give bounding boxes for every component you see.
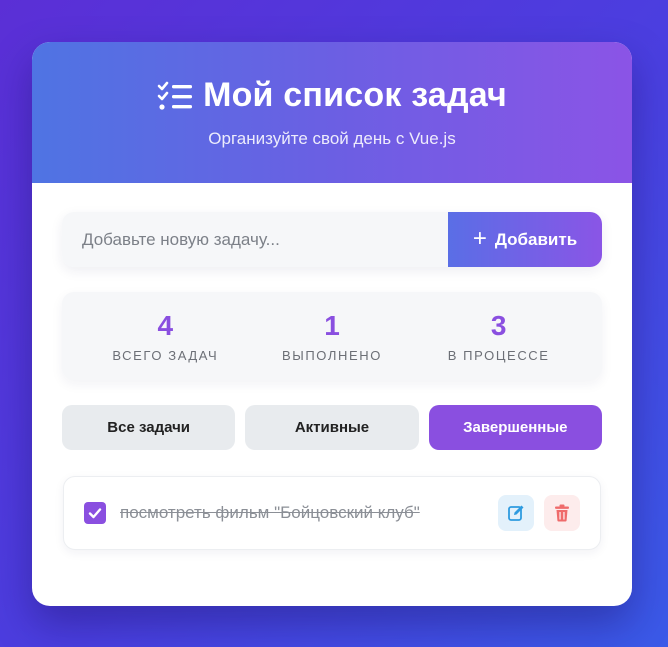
filter-tabs: Все задачи Активные Завершенные	[62, 405, 602, 450]
stat-in-progress: 3 В ПРОЦЕССЕ	[424, 310, 574, 363]
stat-total: 4 ВСЕГО ЗАДАЧ	[90, 310, 240, 363]
filter-all-button[interactable]: Все задачи	[62, 405, 236, 450]
filter-active-button[interactable]: Активные	[245, 405, 419, 450]
check-icon	[88, 508, 102, 519]
plus-icon: +	[472, 224, 487, 252]
task-checkbox[interactable]	[84, 502, 106, 524]
stat-completed-label: ВЫПОЛНЕНО	[281, 347, 382, 363]
stats-panel: 4 ВСЕГО ЗАДАЧ 1 ВЫПОЛНЕНО 3 В ПРОЦЕССЕ	[62, 292, 602, 380]
stat-in-progress-value: 3	[490, 309, 507, 341]
task-text: посмотреть фильм "Бойцовский клуб"	[120, 503, 420, 522]
header: Мой список задач Организуйте свой день с…	[32, 42, 632, 183]
stat-completed-value: 1	[324, 309, 340, 341]
stat-total-value: 4	[157, 309, 174, 341]
stat-total-label: ВСЕГО ЗАДАЧ	[112, 347, 219, 363]
new-task-form: + Добавить	[62, 212, 602, 267]
new-task-input[interactable]	[62, 212, 448, 267]
filter-completed-button[interactable]: Завершенные	[428, 405, 602, 450]
todo-card: Мой список задач Организуйте свой день с…	[32, 42, 632, 606]
tasks-icon	[157, 81, 193, 111]
task-item: посмотреть фильм "Бойцовский клуб"	[63, 476, 601, 550]
delete-task-button[interactable]	[544, 495, 580, 531]
trash-icon	[555, 504, 569, 522]
edit-task-button[interactable]	[498, 495, 534, 531]
edit-icon	[508, 505, 524, 521]
page-title: Мой список задач	[203, 76, 507, 114]
title-row: Мой список задач	[32, 76, 632, 115]
stat-completed: 1 ВЫПОЛНЕНО	[257, 310, 407, 363]
stat-in-progress-label: В ПРОЦЕССЕ	[447, 347, 550, 363]
page-subtitle: Организуйте свой день с Vue.js	[208, 129, 456, 148]
add-task-label: Добавить	[494, 229, 578, 249]
add-task-button[interactable]: + Добавить	[448, 212, 602, 267]
